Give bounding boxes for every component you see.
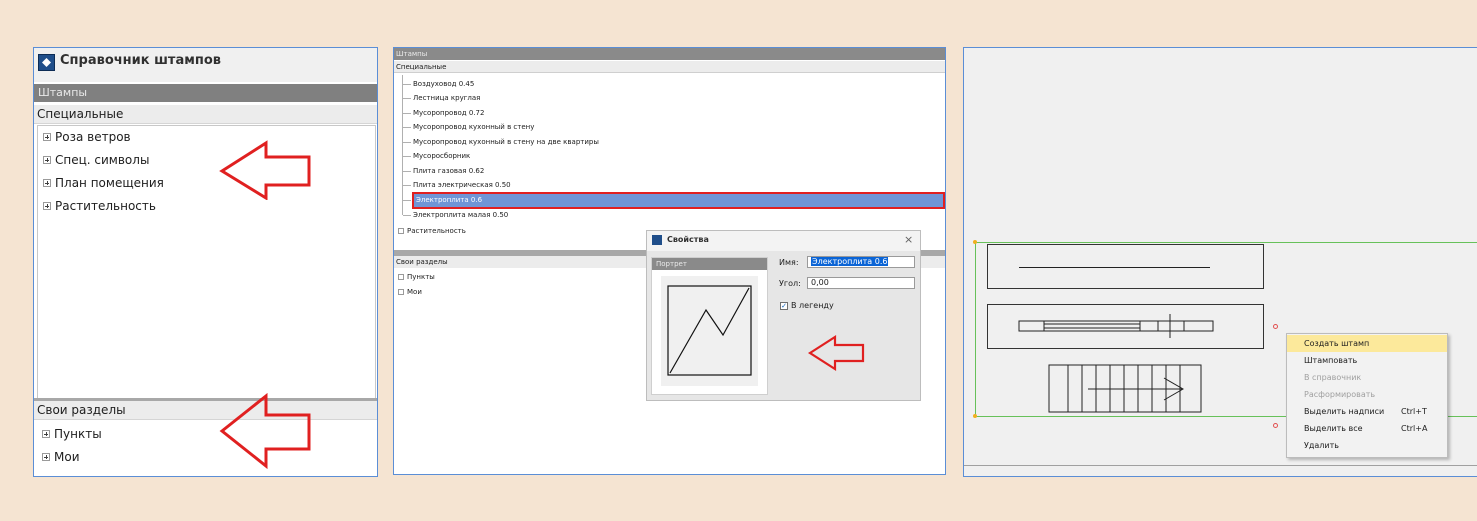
tree-item-mine[interactable]: Мои xyxy=(54,449,80,465)
tree-leaf[interactable]: Мусоропровод кухонный в стену xyxy=(413,121,534,133)
tree-leaf[interactable]: Воздуховод 0.45 xyxy=(413,78,474,90)
expand-plus-icon[interactable] xyxy=(398,289,404,295)
legend-label: В легенду xyxy=(791,301,834,310)
tree-leaf[interactable]: Электроплита малая 0.50 xyxy=(413,209,508,221)
menu-item-create-stamp[interactable]: Создать штамп xyxy=(1287,335,1447,352)
stamp-block-segments[interactable] xyxy=(987,304,1264,349)
name-field-value: Электроплита 0.6 xyxy=(811,257,889,266)
selection-handle[interactable] xyxy=(973,414,977,418)
tree-leaf[interactable]: Плита газовая 0.62 xyxy=(413,165,484,177)
canvas-bottom-edge xyxy=(964,465,1477,466)
expand-plus-icon[interactable] xyxy=(43,179,51,187)
tree-leaf[interactable]: Мусоропровод 0.72 xyxy=(413,107,484,119)
name-field[interactable]: Электроплита 0.6 xyxy=(807,256,915,268)
section-header-special[interactable]: Специальные xyxy=(394,61,945,73)
stamp-directory-window: Справочник штампов Штампы Специальные Ро… xyxy=(33,47,378,477)
expand-plus-icon[interactable] xyxy=(398,228,404,234)
tree-item-points[interactable]: Пункты xyxy=(54,426,102,442)
context-menu: Создать штамп Штамповать В справочник Ра… xyxy=(1286,333,1448,458)
tree-item-points[interactable]: Пункты xyxy=(407,271,435,283)
expand-plus-icon[interactable] xyxy=(398,274,404,280)
checkbox-checked-icon[interactable]: ✓ xyxy=(780,302,788,310)
tree-leaf[interactable]: Лестница круглая xyxy=(413,92,480,104)
segment-line-drawing xyxy=(1018,314,1214,338)
special-tree: Роза ветров Спец. символы План помещения… xyxy=(37,125,376,400)
close-icon[interactable]: × xyxy=(904,233,913,246)
tree-leaf[interactable]: Плита электрическая 0.50 xyxy=(413,179,511,191)
object-handle[interactable] xyxy=(1273,324,1278,329)
tree-item-plants[interactable]: Растительность xyxy=(55,198,156,214)
menu-item-select-labels[interactable]: Выделить надписи Ctrl+T xyxy=(1287,403,1447,420)
tree-item-wind-rose[interactable]: Роза ветров xyxy=(55,129,131,145)
red-arrow-left-icon xyxy=(807,334,865,372)
expand-plus-icon[interactable] xyxy=(43,202,51,210)
expand-plus-icon[interactable] xyxy=(42,453,50,461)
menu-item-disband[interactable]: Расформировать xyxy=(1287,386,1447,403)
angle-label: Угол: xyxy=(779,279,801,288)
name-label: Имя: xyxy=(779,258,799,267)
expand-plus-icon[interactable] xyxy=(43,133,51,141)
stamp-preview-drawing xyxy=(667,285,752,376)
stamp-tree-expanded-window: Штампы Специальные Воздуховод 0.45 Лестн… xyxy=(393,47,946,475)
stamp-block-stair[interactable] xyxy=(1048,364,1202,414)
tree-item-mine[interactable]: Мои xyxy=(407,286,422,298)
drawing-canvas-window: Создать штамп Штамповать В справочник Ра… xyxy=(963,47,1477,477)
section-header-special[interactable]: Специальные xyxy=(34,105,377,124)
red-arrow-left-icon xyxy=(219,140,311,200)
section-header-own[interactable]: Свои разделы xyxy=(34,401,377,420)
expand-plus-icon[interactable] xyxy=(43,156,51,164)
properties-dialog: Свойства × Портрет Имя: Электроплита 0.6… xyxy=(646,230,921,401)
menu-item-delete[interactable]: Удалить xyxy=(1287,437,1447,454)
dialog-title: Свойства xyxy=(667,235,709,244)
tree-guide-line xyxy=(402,75,403,215)
section-header-stamps: Штампы xyxy=(34,84,377,102)
menu-item-select-all[interactable]: Выделить все Ctrl+A xyxy=(1287,420,1447,437)
stamp-block-line[interactable] xyxy=(987,244,1264,289)
own-tree: Пункты Мои xyxy=(37,422,374,476)
window-title: Справочник штампов xyxy=(60,53,222,68)
expand-plus-icon[interactable] xyxy=(42,430,50,438)
menu-item-stamp[interactable]: Штамповать xyxy=(1287,352,1447,369)
object-handle[interactable] xyxy=(1273,423,1278,428)
tree-item-plants[interactable]: Растительность xyxy=(407,225,466,237)
portrait-tab[interactable]: Портрет xyxy=(652,258,767,270)
tree-item-room-plan[interactable]: План помещения xyxy=(55,175,164,191)
angle-field[interactable]: 0,00 xyxy=(807,277,915,289)
tree-leaf[interactable]: Мусоропровод кухонный в стену на две ква… xyxy=(413,136,599,148)
selection-handle[interactable] xyxy=(973,240,977,244)
app-logo-icon xyxy=(652,235,662,245)
tree-item-special-symbols[interactable]: Спец. символы xyxy=(55,152,149,168)
section-header-stamps: Штампы xyxy=(394,48,945,60)
portrait-panel: Портрет xyxy=(651,257,768,395)
app-logo-icon xyxy=(38,54,55,71)
portrait-preview xyxy=(661,276,758,386)
red-arrow-left-icon xyxy=(219,393,311,469)
red-highlight-frame xyxy=(412,192,945,209)
menu-item-to-directory[interactable]: В справочник xyxy=(1287,369,1447,386)
tree-leaf[interactable]: Мусоросборник xyxy=(413,150,470,162)
